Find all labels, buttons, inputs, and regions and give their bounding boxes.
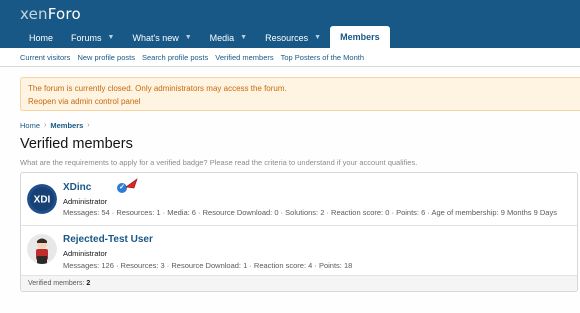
subnav-new-profile-posts[interactable]: New profile posts	[77, 53, 135, 62]
nav-tab-label: Forums	[71, 33, 102, 43]
nav-tab-label: Members	[340, 32, 380, 42]
nav-tab-members[interactable]: Members	[330, 26, 390, 48]
forum-closed-notice: The forum is currently closed. Only admi…	[20, 77, 580, 111]
verified-count: Verified members: 2	[28, 280, 90, 287]
member-stats: Messages: 54 · Resources: 1 · Media: 6 ·…	[63, 208, 557, 217]
member-title: Administrator	[63, 197, 108, 206]
nav-tab-forums[interactable]: Forums ▼	[62, 28, 123, 48]
nav-tab-home[interactable]: Home	[20, 28, 62, 48]
logo-suffix: Foro	[47, 5, 81, 23]
breadcrumb: Home › Members ›	[20, 121, 94, 130]
svg-text:XDI: XDI	[34, 195, 51, 206]
member-name[interactable]: XDinc	[63, 182, 91, 193]
subnav-search-profile-posts[interactable]: Search profile posts	[142, 53, 208, 62]
chevron-down-icon[interactable]: ▼	[108, 28, 115, 48]
member-stats: Messages: 126 · Resources: 3 · Resource …	[63, 261, 353, 270]
nav-tab-label: Home	[29, 33, 54, 43]
member-name[interactable]: Rejected-Test User	[63, 234, 153, 245]
logo-prefix: xen	[20, 5, 48, 23]
reopen-link[interactable]: Reopen via admin control panel	[28, 97, 141, 106]
nav-tab-media[interactable]: Media ▼	[201, 28, 256, 48]
member-row: Rejected-Test User Administrator Message…	[21, 225, 577, 275]
sub-nav: Current visitors New profile posts Searc…	[0, 48, 580, 67]
chevron-down-icon[interactable]: ▼	[240, 28, 247, 48]
chevron-right-icon: ›	[87, 122, 90, 129]
subnav-current-visitors[interactable]: Current visitors	[20, 53, 70, 62]
avatar[interactable]	[27, 234, 57, 264]
nav-tab-label: Media	[209, 33, 235, 43]
nav-tab-label: Resources	[265, 33, 309, 43]
site-logo[interactable]: xenForo	[20, 5, 81, 23]
user-avatar-icon	[27, 234, 57, 264]
chevron-right-icon: ›	[44, 122, 47, 129]
page-description: What are the requirements to apply for a…	[20, 158, 418, 167]
breadcrumb-home[interactable]: Home	[20, 121, 40, 130]
nav-tab-resources[interactable]: Resources ▼	[256, 28, 330, 48]
avatar[interactable]: XDI	[27, 184, 57, 214]
main-nav: Home Forums ▼ What's new ▼ Media ▼ Resource…	[20, 26, 390, 48]
member-list-footer: Verified members: 2	[21, 275, 577, 291]
member-list: XDI XDinc ✓ Administrator Messages: 54 ·…	[20, 172, 578, 292]
nav-tab-whats-new[interactable]: What's new ▼	[123, 28, 200, 48]
verified-count-label: Verified members:	[28, 280, 85, 287]
pointer-arrow-icon	[125, 178, 138, 189]
member-row: XDI XDinc ✓ Administrator Messages: 54 ·…	[21, 176, 577, 224]
breadcrumb-members[interactable]: Members	[50, 121, 83, 130]
verified-count-value: 2	[86, 280, 91, 287]
member-title: Administrator	[63, 249, 108, 258]
chevron-down-icon[interactable]: ▼	[185, 28, 192, 48]
notice-message: The forum is currently closed. Only admi…	[28, 84, 287, 93]
site-header: xenForo Home Forums ▼ What's new ▼ Media ▼ …	[0, 0, 580, 48]
chevron-down-icon[interactable]: ▼	[314, 28, 321, 48]
subnav-top-posters[interactable]: Top Posters of the Month	[281, 53, 364, 62]
subnav-verified-members[interactable]: Verified members	[215, 53, 273, 62]
xdinc-logo-icon: XDI	[27, 184, 57, 214]
nav-tab-label: What's new	[132, 33, 179, 43]
page-title: Verified members	[20, 136, 133, 152]
